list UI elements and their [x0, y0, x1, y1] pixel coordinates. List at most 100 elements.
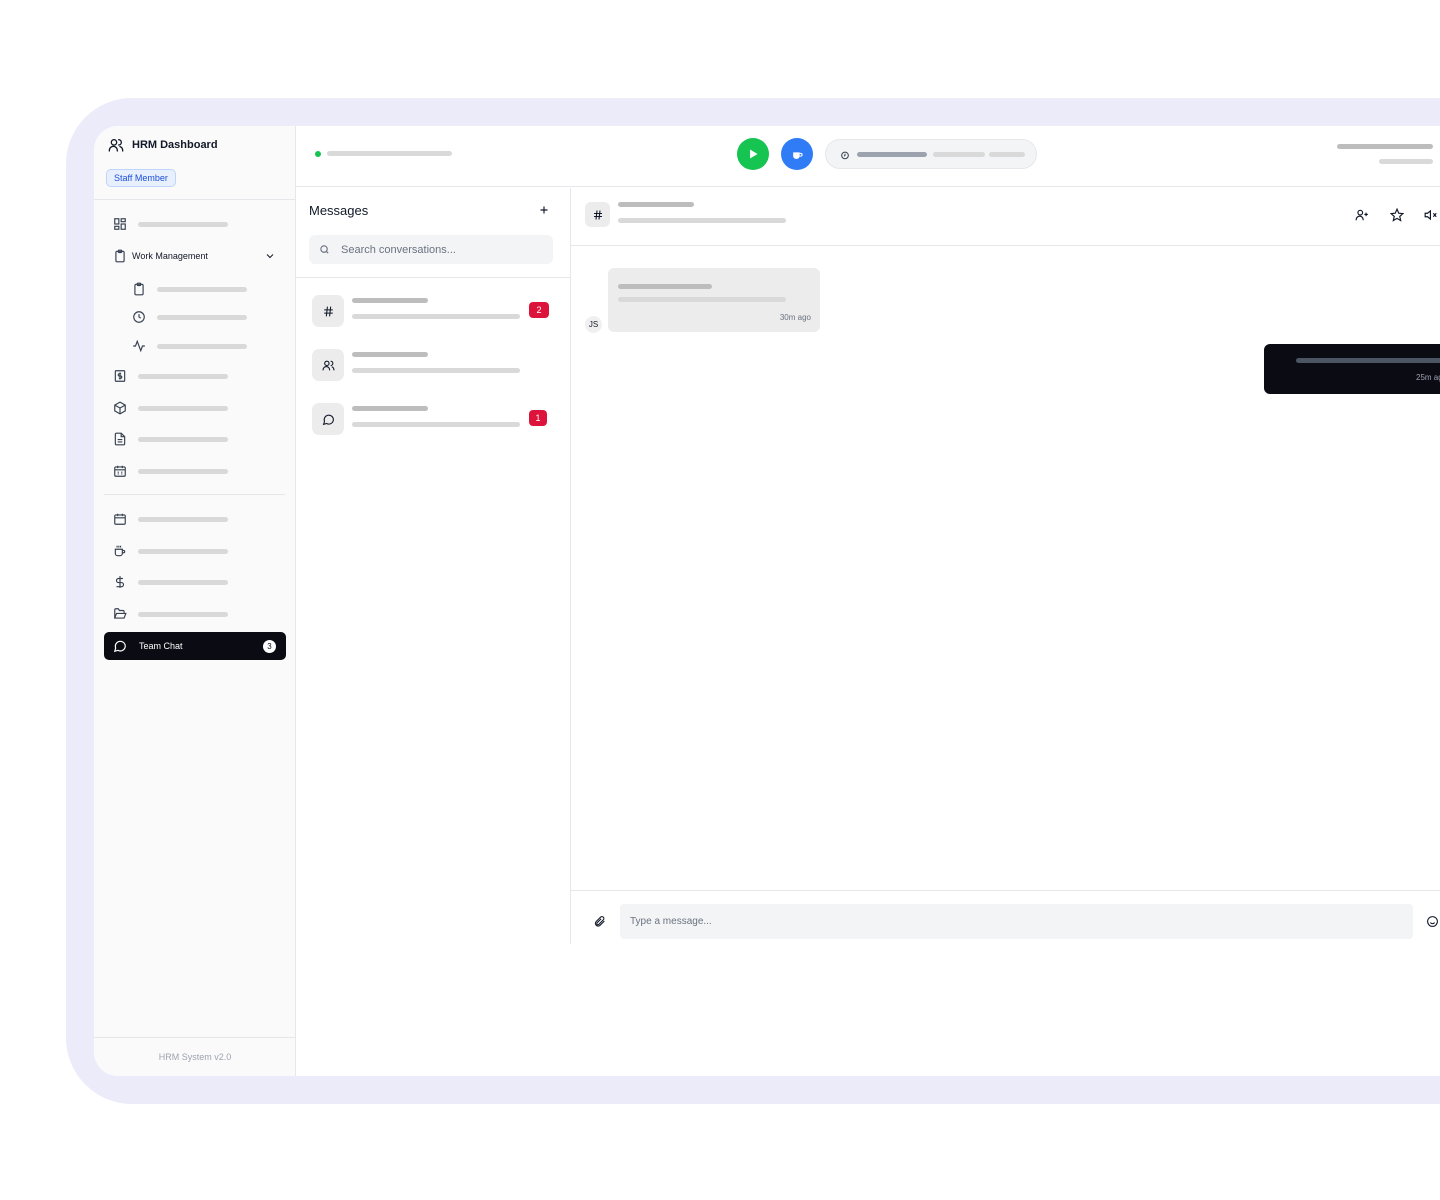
conversation-list-panel: Messages 2 — [296, 188, 571, 944]
package-icon — [113, 401, 127, 415]
conversation-avatar — [312, 403, 344, 435]
sidebar-item-assets[interactable] — [104, 394, 286, 422]
messages-title: Messages — [309, 203, 369, 218]
sidebar-item-expenses[interactable] — [104, 568, 286, 596]
conversation-item[interactable] — [296, 341, 570, 391]
conversation-name — [352, 298, 428, 303]
timer-value — [857, 152, 927, 157]
avatar: JS — [585, 316, 602, 333]
user-name — [1337, 144, 1433, 149]
conversation-avatar — [312, 295, 344, 327]
conversation-avatar — [312, 349, 344, 381]
sidebar-item-label — [138, 221, 228, 227]
status-text — [327, 151, 452, 156]
clock-in-button[interactable] — [737, 138, 769, 170]
message-input[interactable] — [620, 904, 1413, 939]
plus-icon[interactable] — [537, 203, 551, 217]
sidebar-item-leave[interactable] — [104, 505, 286, 533]
sidebar-subitem-tasks[interactable] — [104, 275, 286, 303]
topbar — [296, 126, 1440, 187]
timer-label — [989, 152, 1025, 157]
paperclip-icon[interactable] — [593, 915, 606, 928]
play-icon — [747, 148, 759, 160]
folder-open-icon — [113, 607, 127, 621]
emoji-icon[interactable] — [1426, 915, 1439, 928]
chat-panel: 30m ago JS 25m ago — [571, 188, 1440, 944]
document-icon — [113, 432, 127, 446]
app-window: HRM Dashboard Staff Member Work Manageme… — [94, 126, 1440, 1076]
sidebar-item-label — [138, 405, 228, 411]
message-composer — [571, 890, 1440, 944]
channel-description — [618, 218, 786, 223]
search-input[interactable] — [341, 235, 541, 264]
sidebar-item-dashboard[interactable] — [104, 210, 286, 238]
message-input-wrap — [620, 904, 1413, 939]
conversation-preview — [352, 314, 520, 319]
dashboard-grid-icon — [113, 217, 127, 231]
sidebar-item-breaks[interactable] — [104, 537, 286, 565]
channel-avatar — [585, 202, 610, 227]
sidebar-item-documents[interactable] — [104, 425, 286, 453]
conversation-preview — [352, 422, 520, 427]
hash-icon — [322, 305, 335, 318]
message-timestamp: 25m ago — [1416, 373, 1440, 382]
user-role — [1379, 159, 1433, 164]
chat-bubble-icon — [113, 639, 127, 653]
sidebar: HRM Dashboard Staff Member Work Manageme… — [94, 126, 296, 1076]
break-button[interactable] — [781, 138, 813, 170]
conversation-name — [352, 352, 428, 357]
message-text — [1296, 358, 1440, 363]
sidebar-item-label: Work Management — [132, 251, 208, 261]
sidebar-item-label — [157, 343, 247, 349]
unread-badge: 1 — [529, 410, 547, 426]
sidebar-subitem-activity[interactable] — [104, 332, 286, 360]
sidebar-subitem-timesheets[interactable] — [104, 303, 286, 331]
brand: HRM Dashboard — [108, 137, 218, 153]
activity-icon — [132, 339, 146, 353]
timer-icon — [840, 150, 850, 160]
timer-display — [825, 139, 1037, 169]
timer-label — [933, 152, 985, 157]
clock-icon — [132, 310, 146, 324]
message-text — [618, 297, 786, 302]
version-label: HRM System v2.0 — [158, 1052, 232, 1062]
sidebar-item-label — [138, 436, 228, 442]
sidebar-footer-divider — [94, 1037, 295, 1038]
message-timestamp: 30m ago — [779, 313, 811, 322]
sidebar-item-label — [138, 516, 228, 522]
sidebar-item-team-chat[interactable]: Team Chat 3 — [104, 632, 286, 660]
role-badge: Staff Member — [106, 169, 176, 187]
clipboard-icon — [132, 282, 146, 296]
sidebar-item-files[interactable] — [104, 600, 286, 628]
chat-bubble-icon — [322, 413, 335, 426]
sidebar-divider — [104, 494, 285, 495]
message-sender-name — [618, 284, 712, 289]
mute-icon[interactable] — [1424, 208, 1438, 222]
sidebar-divider — [94, 199, 295, 200]
sidebar-item-label — [138, 548, 228, 554]
conversation-item[interactable]: 1 — [296, 395, 570, 445]
sidebar-item-label — [138, 468, 228, 474]
message-bubble-incoming: 30m ago — [608, 268, 820, 332]
chevron-down-icon[interactable] — [264, 250, 276, 262]
coffee-icon — [791, 148, 804, 161]
dollar-receipt-icon — [113, 369, 127, 383]
coffee-icon — [113, 544, 127, 558]
sidebar-item-schedule[interactable] — [104, 457, 286, 485]
star-icon[interactable] — [1390, 208, 1404, 222]
sidebar-item-label — [138, 373, 228, 379]
clipboard-icon — [113, 249, 127, 263]
sidebar-item-work-management[interactable]: Work Management — [104, 242, 286, 270]
unread-count-badge: 3 — [263, 640, 276, 653]
unread-badge: 2 — [529, 302, 549, 318]
calendar-grid-icon — [113, 464, 127, 478]
dollar-icon — [113, 575, 127, 589]
sidebar-item-label: Team Chat — [139, 641, 183, 651]
add-member-icon[interactable] — [1355, 208, 1369, 222]
sidebar-item-label — [138, 611, 228, 617]
conversation-item[interactable]: 2 — [296, 287, 570, 337]
channel-name — [618, 202, 694, 207]
hash-icon — [592, 209, 604, 221]
sidebar-item-payroll[interactable] — [104, 362, 286, 390]
sidebar-item-label — [138, 579, 228, 585]
